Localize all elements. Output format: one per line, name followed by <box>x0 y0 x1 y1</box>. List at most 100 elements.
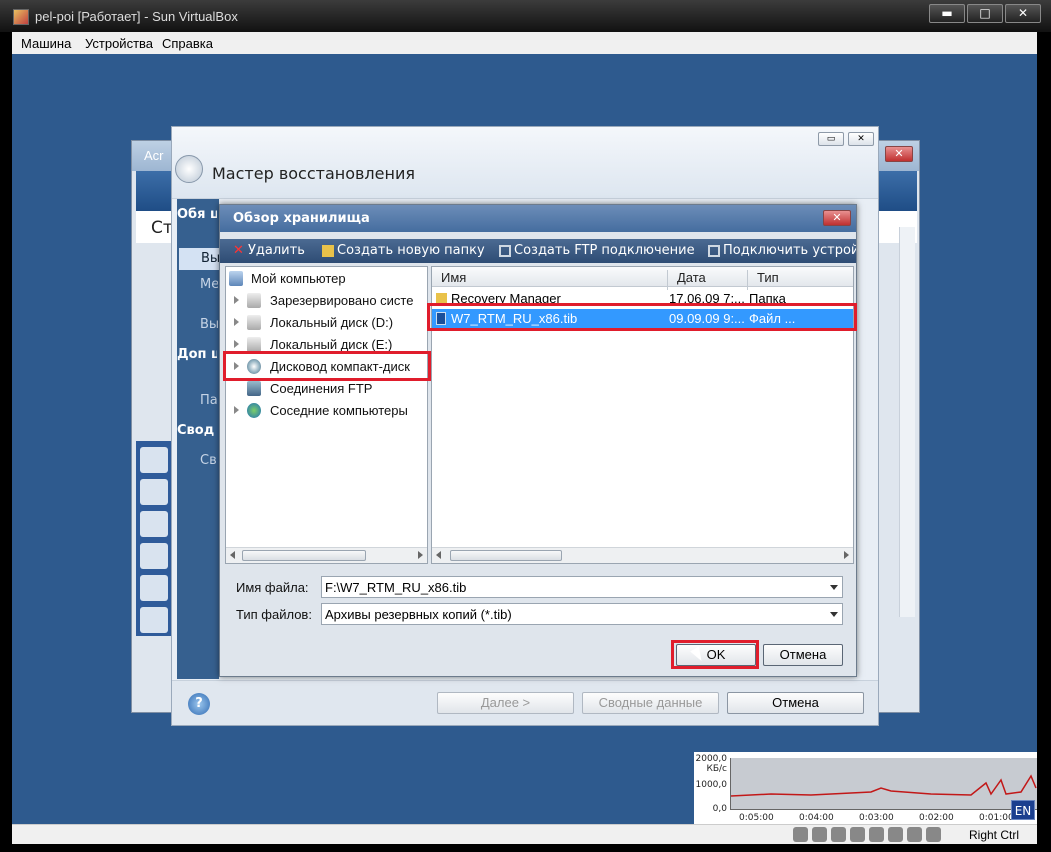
host-key-icon[interactable] <box>926 827 941 842</box>
file-name-input[interactable]: F:\W7_RTM_RU_x86.tib <box>321 576 843 598</box>
shared-folder-icon[interactable] <box>869 827 884 842</box>
step-method[interactable]: Ме вос <box>200 277 218 292</box>
globe-icon <box>247 403 261 418</box>
graph-x-label: 0:03:00 <box>859 813 894 823</box>
folder-icon <box>322 244 334 257</box>
chevron-down-icon[interactable] <box>830 585 838 590</box>
file-list[interactable]: Имя Дата Тип Recovery Manager 17.06.09 7… <box>431 266 854 564</box>
ok-button[interactable]: OK <box>676 644 756 666</box>
files-hscrollbar[interactable] <box>432 547 853 563</box>
display-icon[interactable] <box>888 827 903 842</box>
tree-item-cdrom[interactable]: Дисковод компакт-диск <box>226 357 427 377</box>
tree-item-reserved[interactable]: Зарезервировано систе <box>226 291 427 311</box>
archive-icon <box>436 312 446 325</box>
step-selected[interactable]: Вы <box>179 248 219 270</box>
acronis-close-icon[interactable]: ✕ <box>885 146 913 162</box>
wizard-cancel-button[interactable]: Отмена <box>727 692 864 714</box>
scroll-left-icon[interactable] <box>436 551 441 559</box>
help-icon[interactable]: ? <box>188 693 210 715</box>
column-type[interactable]: Тип <box>757 270 779 285</box>
nav-search-icon[interactable] <box>140 607 168 633</box>
nav-backup-icon[interactable] <box>140 479 168 505</box>
mouse-capture-icon[interactable] <box>907 827 922 842</box>
scroll-thumb[interactable] <box>450 550 562 561</box>
wizard-steps-panel <box>177 199 219 679</box>
host-key-label: Right Ctrl <box>968 828 1019 842</box>
usb-icon[interactable] <box>850 827 865 842</box>
scroll-right-icon[interactable] <box>418 551 423 559</box>
file-row[interactable]: Recovery Manager 17.06.09 7:... Папка <box>432 289 853 309</box>
network-status-icon[interactable] <box>831 827 846 842</box>
graph-x-label: 0:02:00 <box>919 813 954 823</box>
expand-arrow-icon[interactable] <box>234 362 239 370</box>
chevron-down-icon[interactable] <box>830 612 838 617</box>
menu-devices[interactable]: Устройства <box>85 36 153 51</box>
new-ftp-button[interactable]: Создать FTP подключение <box>499 243 695 258</box>
expand-arrow-icon[interactable] <box>234 296 239 304</box>
scroll-left-icon[interactable] <box>230 551 235 559</box>
wizard-restore-icon[interactable]: ▭ <box>818 132 844 146</box>
hdd-icon[interactable] <box>793 827 808 842</box>
new-folder-button[interactable]: Создать новую папку <box>322 243 485 258</box>
cd-icon[interactable] <box>812 827 827 842</box>
browse-storage-dialog: Обзор хранилища ✕ ✕ Удалить Создать нову… <box>219 204 857 677</box>
window-title: pel-poi [Работает] - Sun VirtualBox <box>35 9 238 24</box>
wizard-title: Мастер восстановления <box>212 164 415 183</box>
dialog-toolbar: ✕ Удалить Создать новую папку Создать FT… <box>220 239 856 263</box>
delete-button[interactable]: ✕ Удалить <box>233 243 305 258</box>
nav-info-icon[interactable] <box>140 447 168 473</box>
disk-icon <box>247 315 261 330</box>
delete-icon: ✕ <box>233 242 244 258</box>
tree-item-ftp[interactable]: Соединения FTP <box>226 379 427 399</box>
folder-icon <box>436 293 447 304</box>
vbox-titlebar[interactable]: pel-poi [Работает] - Sun VirtualBox ▬ □ … <box>0 0 1051 32</box>
folder-tree[interactable]: Мой компьютер Зарезервировано систе Лока… <box>225 266 428 564</box>
file-row-selected[interactable]: W7_RTM_RU_x86.tib 09.09.09 9:... Файл ..… <box>432 309 853 329</box>
network-icon <box>708 244 720 257</box>
acronis-scrollbar[interactable] <box>899 227 915 617</box>
step-params[interactable]: Па <box>200 393 218 408</box>
menu-help[interactable]: Справка <box>162 36 213 51</box>
vbox-menubar: Машина Устройства Справка <box>12 32 1037 54</box>
ftp-connections-icon <box>247 381 261 396</box>
summary-button[interactable]: Сводные данные <box>582 692 719 714</box>
file-type-select[interactable]: Архивы резервных копий (*.tib) <box>321 603 843 625</box>
maximize-button[interactable]: □ <box>967 4 1003 23</box>
tree-item-network[interactable]: Соседние компьютеры <box>226 401 427 421</box>
expand-arrow-icon[interactable] <box>234 406 239 414</box>
tree-item-disk-e[interactable]: Локальный диск (E:) <box>226 335 427 355</box>
nav-tools-icon[interactable] <box>140 575 168 601</box>
vbox-statusbar: Right Ctrl <box>12 824 1037 844</box>
expand-arrow-icon[interactable] <box>234 340 239 348</box>
dialog-cancel-button[interactable]: Отмена <box>763 644 843 666</box>
tree-item-disk-d[interactable]: Локальный диск (D:) <box>226 313 427 333</box>
graph-y-unit: КБ/с <box>706 764 727 774</box>
nav-monitor-icon[interactable] <box>140 543 168 569</box>
graph-area <box>730 758 1037 810</box>
scroll-right-icon[interactable] <box>844 551 849 559</box>
dialog-close-icon[interactable]: ✕ <box>823 210 851 226</box>
expand-arrow-icon[interactable] <box>234 318 239 326</box>
column-date[interactable]: Дата <box>677 270 706 285</box>
menu-machine[interactable]: Машина <box>21 36 71 51</box>
step-choose[interactable]: Вы <box>200 317 218 332</box>
nav-tasks-icon[interactable] <box>140 511 168 537</box>
wizard-close-icon[interactable]: ✕ <box>848 132 874 146</box>
scroll-thumb[interactable] <box>242 550 366 561</box>
close-button[interactable]: ✕ <box>1005 4 1041 23</box>
connect-button[interactable]: Подключить устрой <box>708 243 856 258</box>
tree-item-computer[interactable]: Мой компьютер <box>226 269 427 289</box>
acronis-title: Acr <box>144 148 164 163</box>
disk-icon <box>247 337 261 352</box>
steps-required-heading: Обя шаги <box>177 207 217 222</box>
tree-hscrollbar[interactable] <box>226 547 427 563</box>
language-indicator[interactable]: EN <box>1011 800 1035 820</box>
wizard-back-icon[interactable] <box>175 155 203 183</box>
minimize-button[interactable]: ▬ <box>929 4 965 23</box>
cdrom-icon <box>247 359 261 374</box>
column-name[interactable]: Имя <box>441 270 466 285</box>
file-list-header: Имя Дата Тип <box>432 267 853 290</box>
disk-icon <box>247 293 261 308</box>
next-button[interactable]: Далее > <box>437 692 574 714</box>
step-summary[interactable]: Св <box>200 453 218 468</box>
